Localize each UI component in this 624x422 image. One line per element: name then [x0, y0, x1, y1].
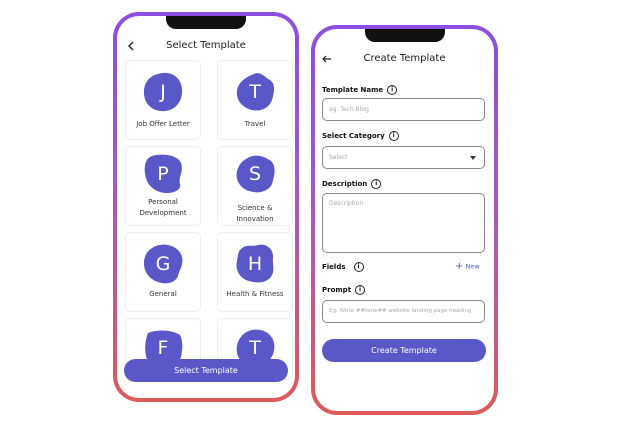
- card-letter: P: [157, 163, 169, 185]
- card-label: Science & Innovation: [236, 204, 274, 223]
- template-name-label-text: Template Name: [322, 86, 384, 94]
- card-label: Travel: [244, 120, 266, 128]
- create-template-screen: Create Template Template Name i eg. Tech …: [315, 29, 494, 411]
- category-label: Select Category i: [322, 131, 399, 141]
- template-card-job-offer[interactable]: J Job Offer Letter: [125, 60, 201, 140]
- page-title: Create Template: [363, 53, 446, 64]
- template-card-general[interactable]: G General: [125, 232, 201, 312]
- fields-label: Fields i: [322, 262, 364, 272]
- prompt-label: Prompt i: [322, 285, 366, 295]
- add-field-button[interactable]: + New: [455, 261, 480, 272]
- card-label: Health & Fitness: [226, 290, 284, 298]
- phone-notch: [364, 29, 445, 42]
- description-label: Description i: [322, 179, 382, 189]
- description-label-text: Description: [322, 180, 368, 188]
- blob-icon: G: [142, 243, 184, 285]
- info-icon[interactable]: i: [371, 179, 382, 189]
- category-select-value: Select: [329, 154, 348, 161]
- page-title: Select Template: [166, 40, 246, 51]
- create-template-button[interactable]: Create Template: [322, 339, 486, 362]
- phone-frame-select: Select Template J Job Offer Letter T Tra…: [113, 12, 299, 402]
- template-card-personal-development[interactable]: P Personal Development: [125, 146, 201, 226]
- chevron-down-icon: [470, 156, 476, 160]
- info-icon[interactable]: i: [388, 131, 399, 141]
- template-card-science[interactable]: S Science & Innovation: [217, 146, 293, 226]
- card-letter: T: [249, 81, 261, 103]
- select-template-screen: Select Template J Job Offer Letter T Tra…: [117, 16, 295, 398]
- card-letter: G: [155, 253, 171, 275]
- card-label: General: [149, 290, 177, 298]
- card-label: Personal Development: [139, 198, 187, 217]
- card-letter: J: [160, 81, 166, 103]
- info-icon[interactable]: i: [355, 285, 366, 295]
- plus-icon: +: [455, 261, 464, 272]
- blob-icon: H: [234, 243, 276, 285]
- blob-icon: P: [142, 153, 184, 195]
- phone-notch: [166, 16, 246, 29]
- card-letter: S: [248, 163, 262, 185]
- blob-icon: J: [142, 71, 184, 113]
- category-label-text: Select Category: [322, 132, 385, 140]
- template-name-input[interactable]: eg. Tech Blog: [322, 98, 485, 121]
- template-name-label: Template Name i: [322, 85, 398, 95]
- card-label: Job Offer Letter: [136, 120, 190, 128]
- description-textarea[interactable]: Description: [322, 193, 485, 253]
- fields-label-text: Fields: [322, 263, 346, 271]
- prompt-input[interactable]: Eg: Write ##tone## website landing page …: [322, 300, 485, 323]
- card-letter: H: [247, 253, 263, 275]
- blob-icon: S: [234, 153, 276, 195]
- blob-icon: T: [234, 71, 276, 113]
- new-label: New: [465, 262, 480, 271]
- info-icon[interactable]: i: [387, 85, 398, 95]
- info-icon[interactable]: i: [353, 262, 364, 272]
- category-select[interactable]: Select: [322, 146, 485, 169]
- template-card-travel[interactable]: T Travel: [217, 60, 293, 140]
- template-card-health[interactable]: H Health & Fitness: [217, 232, 293, 312]
- select-template-button[interactable]: Select Template: [124, 359, 288, 382]
- phone-frame-create: Create Template Template Name i eg. Tech …: [311, 25, 498, 415]
- prompt-label-text: Prompt: [322, 286, 352, 294]
